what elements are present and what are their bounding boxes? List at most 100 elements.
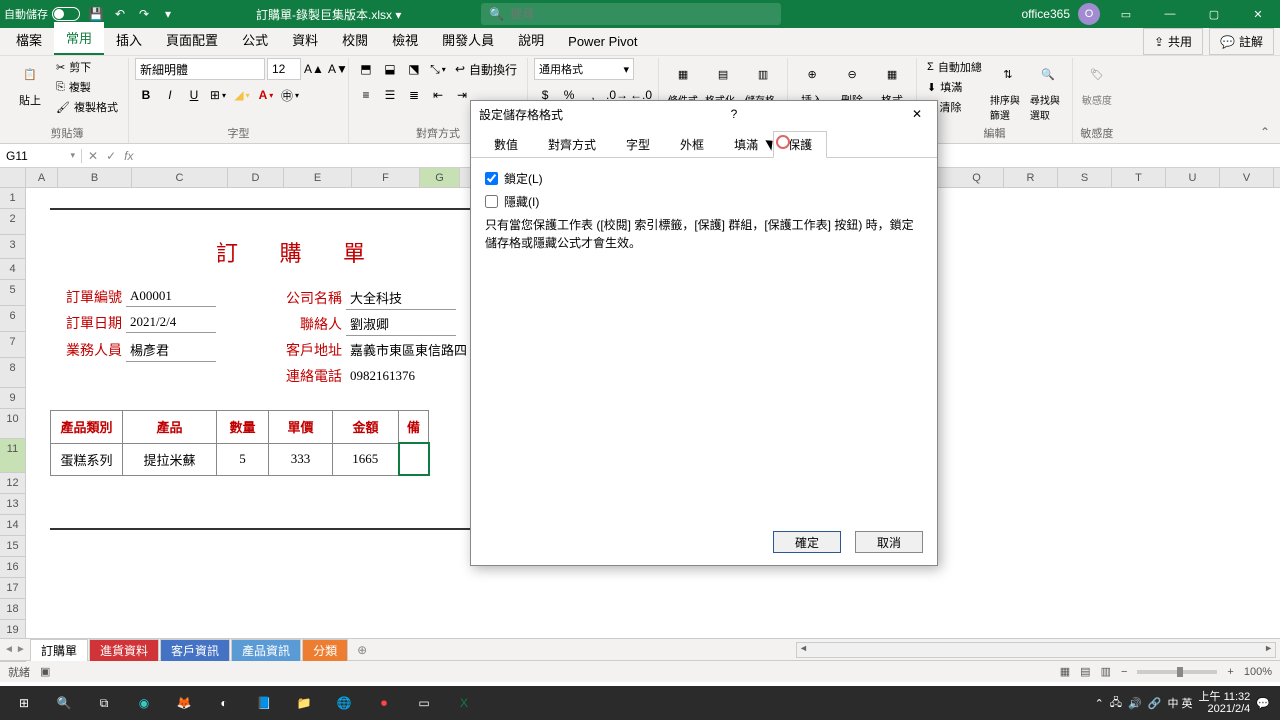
volume-icon[interactable]: 🔊 [1128, 697, 1142, 710]
locked-checkbox[interactable] [485, 172, 498, 185]
undo-icon[interactable]: ↶ [112, 6, 128, 22]
row-header-8[interactable]: 8 [0, 358, 26, 388]
macro-record-icon[interactable]: ▣ [40, 665, 50, 678]
sheet-tab-purchase[interactable]: 進貨資料 [89, 639, 159, 661]
row-header-11[interactable]: 11 [0, 439, 26, 473]
underline-button[interactable]: U [183, 84, 205, 106]
col-header-s[interactable]: S [1058, 168, 1112, 187]
tab-developer[interactable]: 開發人員 [430, 24, 506, 55]
app-icon-1[interactable]: ◐ [204, 686, 244, 720]
row-header-15[interactable]: 15 [0, 536, 26, 557]
tab-home[interactable]: 常用 [54, 22, 104, 55]
row-header-2[interactable]: 2 [0, 209, 26, 235]
ok-button[interactable]: 確定 [773, 531, 841, 553]
font-color-button[interactable]: A [255, 84, 277, 106]
increase-font-icon[interactable]: A▲ [303, 58, 325, 80]
tab-help[interactable]: 說明 [506, 24, 556, 55]
cancel-formula-icon[interactable]: ✕ [88, 149, 98, 163]
app-icon-3[interactable]: ▭ [404, 686, 444, 720]
select-all-corner[interactable] [0, 168, 26, 187]
autosave-toggle[interactable]: 自動儲存 [4, 6, 80, 22]
row-header-13[interactable]: 13 [0, 494, 26, 515]
col-header-c[interactable]: C [132, 168, 228, 187]
dialog-tab-number[interactable]: 數值 [479, 131, 533, 158]
avatar[interactable]: O [1078, 3, 1100, 25]
dialog-close-icon[interactable]: ✕ [905, 107, 929, 121]
clock[interactable]: 上午 11:32 2021/2/4 [1199, 691, 1251, 715]
ime-indicator[interactable]: 中 英 [1167, 695, 1192, 711]
tab-data[interactable]: 資料 [280, 24, 330, 55]
paste-button[interactable]: 📋 貼上 [12, 58, 48, 108]
row-header-10[interactable]: 10 [0, 409, 26, 439]
sheet-tab-order[interactable]: 訂購單 [30, 639, 88, 661]
fill-button[interactable]: ⬇填滿 [923, 78, 986, 96]
col-header-e[interactable]: E [284, 168, 352, 187]
tab-review[interactable]: 校閱 [330, 24, 380, 55]
row-header-5[interactable]: 5 [0, 280, 26, 306]
row-header-1[interactable]: 1 [0, 188, 26, 209]
row-header-18[interactable]: 18 [0, 599, 26, 620]
sheet-nav-left-icon[interactable]: ◄ [4, 644, 14, 655]
ribbon-mode-icon[interactable]: ▭ [1108, 0, 1144, 28]
qat-customize-icon[interactable]: ▾ [160, 6, 176, 22]
format-painter-button[interactable]: 🖌複製格式 [52, 98, 122, 116]
document-title[interactable]: 訂購單-錄製巨集版本.xlsx ▾ [256, 6, 401, 23]
find-select-button[interactable]: 🔍尋找與選取 [1030, 58, 1066, 122]
align-right-icon[interactable]: ≣ [403, 84, 425, 106]
account-name[interactable]: office365 [1022, 7, 1071, 21]
sensitivity-button[interactable]: 🏷敏感度 [1079, 58, 1115, 107]
share-button[interactable]: ⇪共用 [1143, 28, 1203, 55]
taskbar-search-icon[interactable]: 🔍 [44, 686, 84, 720]
dialog-tab-font[interactable]: 字型 [611, 131, 665, 158]
notifications-icon[interactable]: 💬 [1256, 697, 1270, 710]
selected-cell[interactable] [399, 443, 429, 475]
maximize-button[interactable]: ▢ [1196, 0, 1232, 28]
italic-button[interactable]: I [159, 84, 181, 106]
view-normal-icon[interactable]: ▦ [1060, 665, 1070, 678]
minimize-button[interactable]: — [1152, 0, 1188, 28]
horizontal-scrollbar[interactable] [796, 642, 1276, 658]
tab-powerpivot[interactable]: Power Pivot [556, 28, 649, 55]
search-input[interactable] [510, 7, 773, 21]
network-icon[interactable]: 🖧 [1110, 694, 1122, 713]
zoom-slider[interactable] [1137, 670, 1217, 674]
col-header-u[interactable]: U [1166, 168, 1220, 187]
save-icon[interactable]: 💾 [88, 6, 104, 22]
align-center-icon[interactable]: ☰ [379, 84, 401, 106]
toggle-off-icon[interactable] [52, 7, 80, 21]
view-break-icon[interactable]: ▥ [1101, 665, 1111, 678]
dialog-tab-border[interactable]: 外框 [665, 131, 719, 158]
decrease-font-icon[interactable]: A▼ [327, 58, 349, 80]
number-format-combo[interactable]: 通用格式▾ [534, 58, 634, 80]
autosum-button[interactable]: Σ自動加總 [923, 58, 986, 76]
app-icon-2[interactable]: 📘 [244, 686, 284, 720]
fx-icon[interactable]: fx [124, 149, 133, 163]
align-left-icon[interactable]: ≡ [355, 84, 377, 106]
dialog-tab-fill[interactable]: 填滿 [719, 131, 773, 158]
row-header-14[interactable]: 14 [0, 515, 26, 536]
edge-icon[interactable]: ◉ [124, 686, 164, 720]
firefox-icon[interactable]: 🦊 [164, 686, 204, 720]
collapse-ribbon-icon[interactable]: ⌃ [1256, 121, 1274, 143]
col-header-f[interactable]: F [352, 168, 420, 187]
comments-button[interactable]: 💬註解 [1209, 28, 1274, 55]
col-header-r[interactable]: R [1004, 168, 1058, 187]
tab-layout[interactable]: 頁面配置 [154, 24, 230, 55]
row-header-9[interactable]: 9 [0, 388, 26, 409]
col-header-g[interactable]: G [420, 168, 460, 187]
close-button[interactable]: ✕ [1240, 0, 1276, 28]
col-header-t[interactable]: T [1112, 168, 1166, 187]
align-top-icon[interactable]: ⬒ [355, 58, 377, 80]
decrease-indent-icon[interactable]: ⇤ [427, 84, 449, 106]
cut-button[interactable]: ✂剪下 [52, 58, 122, 76]
col-header-q[interactable]: Q [950, 168, 1004, 187]
row-header-7[interactable]: 7 [0, 332, 26, 358]
excel-icon[interactable]: X [444, 686, 484, 720]
zoom-level[interactable]: 100% [1244, 666, 1272, 678]
cancel-button[interactable]: 取消 [855, 531, 923, 553]
new-sheet-button[interactable]: ⊕ [357, 643, 367, 657]
row-header-4[interactable]: 4 [0, 259, 26, 280]
task-view-icon[interactable]: ⧉ [84, 686, 124, 720]
sheet-tab-product[interactable]: 產品資訊 [231, 639, 301, 661]
enter-formula-icon[interactable]: ✓ [106, 149, 116, 163]
